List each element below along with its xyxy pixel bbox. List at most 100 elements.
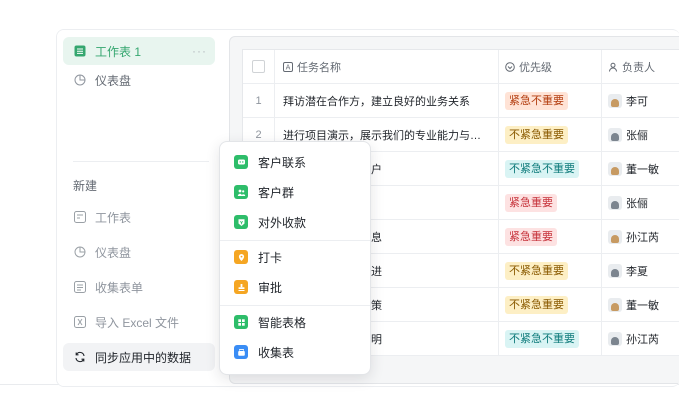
add-dashboard-icon xyxy=(73,245,87,259)
approval-icon xyxy=(234,280,248,294)
owner-name: 董一敏 xyxy=(626,163,659,176)
owner-cell[interactable]: 孙江芮 xyxy=(602,220,679,253)
priority-cell[interactable]: 不紧急不重要 xyxy=(499,322,602,355)
menu-item-collect-form[interactable]: 收集表 xyxy=(226,338,364,366)
priority-tag: 紧急重要 xyxy=(505,227,557,246)
owner: 董一敏 xyxy=(608,161,659,177)
menu-item-approval[interactable]: 审批 xyxy=(226,273,364,301)
priority-tag: 紧急重要 xyxy=(505,193,557,212)
avatar xyxy=(608,331,622,346)
new-sheet-item[interactable]: 工作表 xyxy=(63,203,215,231)
priority-tag: 紧急不重要 xyxy=(505,91,568,110)
sidebar-item-label: 工作表 xyxy=(95,210,132,225)
header-priority[interactable]: 优先级 xyxy=(499,50,602,83)
sidebar-divider xyxy=(73,161,209,162)
customer-group-icon xyxy=(234,185,248,199)
avatar xyxy=(608,93,622,108)
avatar xyxy=(608,127,622,142)
import-excel-item[interactable]: 导入 Excel 文件 xyxy=(63,308,215,336)
check-in-icon xyxy=(234,250,248,264)
menu-item-label: 客户联系 xyxy=(258,155,307,170)
new-dashboard-item[interactable]: 仪表盘 xyxy=(63,238,215,266)
import-excel-icon xyxy=(73,315,87,329)
priority-tag: 不紧急不重要 xyxy=(505,159,579,178)
owner-cell[interactable]: 李可 xyxy=(602,84,679,117)
priority-cell[interactable]: 不紧急重要 xyxy=(499,118,602,151)
menu-item-check-in[interactable]: 打卡 xyxy=(226,243,364,271)
add-sheet-icon xyxy=(73,210,87,224)
sidebar-item-label: 导入 Excel 文件 xyxy=(95,315,180,330)
collect-form-icon xyxy=(234,345,248,359)
sidebar-item-sheet1[interactable]: 工作表 1 ··· xyxy=(63,37,215,65)
person-field-icon xyxy=(609,62,617,72)
header-owner[interactable]: 负责人 xyxy=(602,50,679,83)
owner-cell[interactable]: 董一敏 xyxy=(602,152,679,185)
sheet-icon xyxy=(73,44,87,58)
priority-cell[interactable]: 紧急重要 xyxy=(499,220,602,253)
owner: 孙江芮 xyxy=(608,331,659,347)
dashboard-icon xyxy=(73,73,87,87)
priority-tag: 不紧急不重要 xyxy=(505,329,579,348)
header-checkbox-cell[interactable] xyxy=(243,50,275,83)
sidebar-item-label: 仪表盘 xyxy=(95,245,132,260)
menu-item-smart-sheet[interactable]: 智能表格 xyxy=(226,308,364,336)
priority-tag: 不紧急重要 xyxy=(505,295,568,314)
sidebar: 工作表 1 ··· 仪表盘 新建 工作表 仪表盘 收集表单 导入 Excel 文… xyxy=(57,30,225,386)
owner: 李可 xyxy=(608,93,648,109)
owner-name: 董一敏 xyxy=(626,299,659,312)
priority-cell[interactable]: 不紧急重要 xyxy=(499,288,602,321)
owner-name: 李可 xyxy=(626,95,648,108)
text-field-icon: A xyxy=(283,61,293,72)
owner-name: 张俪 xyxy=(626,197,648,210)
select-all-checkbox[interactable] xyxy=(252,60,265,73)
owner-name: 李夏 xyxy=(626,265,648,278)
menu-item-customer-contact[interactable]: 客户联系 xyxy=(226,148,364,176)
row-index[interactable]: 1 xyxy=(243,84,275,117)
sync-app-data-item[interactable]: 同步应用中的数据 xyxy=(63,343,215,371)
owner-name: 张俪 xyxy=(626,129,648,142)
owner-name: 孙江芮 xyxy=(626,333,659,346)
menu-item-label: 收集表 xyxy=(258,345,295,360)
priority-cell[interactable]: 紧急不重要 xyxy=(499,84,602,117)
form-icon xyxy=(73,280,87,294)
menu-divider xyxy=(220,240,370,241)
menu-item-label: 审批 xyxy=(258,280,283,295)
owner-cell[interactable]: 张俪 xyxy=(602,186,679,219)
priority-cell[interactable]: 不紧急重要 xyxy=(499,254,602,287)
new-section-title: 新建 xyxy=(73,179,98,193)
sidebar-item-label: 工作表 1 xyxy=(95,44,142,59)
menu-item-payment[interactable]: 对外收款 xyxy=(226,208,364,236)
priority-cell[interactable]: 不紧急不重要 xyxy=(499,152,602,185)
owner: 李夏 xyxy=(608,263,648,279)
table-header-row: A 任务名称 优先级 负责人 xyxy=(243,50,679,84)
avatar xyxy=(608,161,622,176)
sidebar-item-label: 收集表单 xyxy=(95,280,144,295)
owner: 张俪 xyxy=(608,127,648,143)
avatar xyxy=(608,263,622,278)
owner-cell[interactable]: 张俪 xyxy=(602,118,679,151)
menu-divider xyxy=(220,305,370,306)
menu-item-label: 智能表格 xyxy=(258,315,307,330)
sidebar-item-dashboard[interactable]: 仪表盘 xyxy=(63,66,215,94)
new-form-item[interactable]: 收集表单 xyxy=(63,273,215,301)
owner-cell[interactable]: 李夏 xyxy=(602,254,679,287)
table-row[interactable]: 1 拜访潜在合作方，建立良好的业务关系 紧急不重要 李可 xyxy=(243,84,679,118)
header-task-name[interactable]: A 任务名称 xyxy=(275,50,499,83)
avatar xyxy=(608,297,622,312)
priority-tag: 不紧急重要 xyxy=(505,261,568,280)
sync-icon xyxy=(73,350,87,364)
menu-item-customer-group[interactable]: 客户群 xyxy=(226,178,364,206)
owner: 孙江芮 xyxy=(608,229,659,245)
sidebar-item-label: 同步应用中的数据 xyxy=(95,350,192,365)
more-icon[interactable]: ··· xyxy=(192,44,207,58)
create-menu-popup: 客户联系 客户群 对外收款 打卡 审批 智能表格 收集表 xyxy=(219,141,371,375)
menu-item-label: 对外收款 xyxy=(258,215,307,230)
priority-cell[interactable]: 紧急重要 xyxy=(499,186,602,219)
owner-cell[interactable]: 董一敏 xyxy=(602,288,679,321)
owner-cell[interactable]: 孙江芮 xyxy=(602,322,679,355)
priority-tag: 不紧急重要 xyxy=(505,125,568,144)
svg-text:A: A xyxy=(286,63,291,71)
avatar xyxy=(608,195,622,210)
owner: 张俪 xyxy=(608,195,648,211)
task-name-cell[interactable]: 拜访潜在合作方，建立良好的业务关系 xyxy=(275,84,499,117)
